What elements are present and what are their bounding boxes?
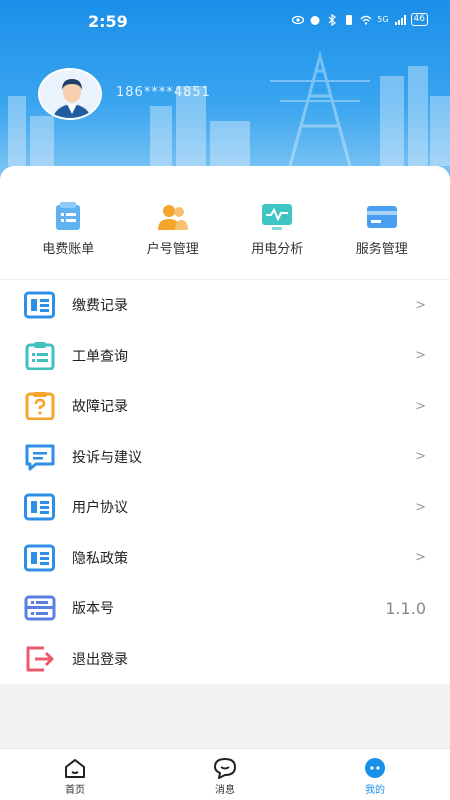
chevron-right-icon: > [415, 499, 426, 515]
status-bar: 2:59 5G 46 [0, 0, 450, 44]
quick-action-label: 用电分析 [251, 242, 304, 257]
quick-action-bill[interactable]: 电费账单 [23, 202, 113, 279]
menu-item-label: 退出登录 [72, 651, 128, 668]
bill-icon [56, 202, 81, 230]
chevron-right-icon: > [415, 550, 426, 566]
menu-item-complaints[interactable]: 投诉与建议 > [0, 432, 450, 483]
message-icon [25, 444, 55, 471]
user-phone: 186****4851 [116, 85, 211, 100]
menu-item-label: 版本号 [72, 601, 114, 618]
main-card: 电费账单 户号管理 用电分析 服务管理 缴费记录 > 工单查询 > 故障记录 >… [0, 166, 450, 684]
settings-menu: 缴费记录 > 工单查询 > 故障记录 > 投诉与建议 > 用户协议 > 隐私政策… [0, 280, 450, 684]
menu-item-payment-records[interactable]: 缴费记录 > [0, 280, 450, 331]
network-type: 5G [377, 15, 389, 24]
quick-action-label: 电费账单 [42, 242, 95, 257]
city-skyline-decoration [150, 50, 450, 166]
server-icon [24, 595, 56, 621]
quick-actions: 电费账单 户号管理 用电分析 服务管理 [0, 166, 450, 280]
menu-item-label: 故障记录 [72, 399, 128, 416]
menu-item-fault-records[interactable]: 故障记录 > [0, 381, 450, 432]
menu-item-label: 工单查询 [72, 348, 128, 365]
chevron-right-icon: > [415, 297, 426, 313]
logout-icon [26, 646, 54, 672]
signal-icon [394, 14, 406, 25]
battery-indicator: 46 [410, 13, 428, 26]
monitor-chart-icon [262, 204, 293, 230]
users-icon [157, 205, 188, 230]
document-list-icon [24, 291, 55, 319]
quick-action-account[interactable]: 户号管理 [128, 202, 218, 279]
wifi-icon [360, 15, 372, 25]
user-avatar-icon [40, 70, 100, 118]
menu-item-logout[interactable]: 退出登录 [0, 634, 450, 685]
clipboard-icon [25, 341, 55, 370]
menu-item-version: 版本号 1.1.0 [0, 583, 450, 634]
quick-action-analysis[interactable]: 用电分析 [232, 202, 322, 279]
menu-item-label: 隐私政策 [72, 550, 128, 567]
menu-item-privacy-policy[interactable]: 隐私政策 > [0, 533, 450, 584]
home-icon [65, 759, 85, 778]
chat-icon [214, 758, 236, 779]
tab-label: 首页 [65, 785, 85, 796]
version-value: 1.1.0 [385, 598, 426, 618]
alarm-icon [310, 15, 320, 25]
card-icon [366, 206, 397, 228]
quick-action-label: 户号管理 [146, 242, 199, 257]
tab-label: 消息 [215, 785, 235, 796]
menu-item-label: 缴费记录 [72, 298, 128, 315]
menu-item-work-orders[interactable]: 工单查询 > [0, 331, 450, 382]
status-time: 2:59 [88, 12, 128, 31]
bottom-tab-bar: 首页 消息 我的 [0, 748, 450, 800]
tab-label: 我的 [365, 785, 385, 796]
tab-messages[interactable]: 消息 [150, 749, 300, 800]
avatar[interactable] [38, 68, 102, 120]
document-list-icon [24, 544, 55, 572]
chevron-right-icon: > [415, 398, 426, 414]
eye-icon [292, 15, 305, 24]
bluetooth-icon [328, 13, 337, 26]
profile-icon [365, 758, 385, 778]
question-doc-icon [25, 392, 55, 421]
chevron-right-icon: > [415, 348, 426, 364]
document-list-icon [24, 493, 55, 521]
quick-action-service[interactable]: 服务管理 [337, 202, 427, 279]
tab-home[interactable]: 首页 [0, 749, 150, 800]
menu-item-label: 投诉与建议 [72, 449, 142, 466]
menu-item-user-agreement[interactable]: 用户协议 > [0, 482, 450, 533]
vibrate-icon [346, 14, 353, 25]
chevron-right-icon: > [415, 449, 426, 465]
status-icons: 5G 46 [292, 13, 428, 26]
quick-action-label: 服务管理 [355, 242, 408, 257]
menu-item-label: 用户协议 [72, 500, 128, 517]
tab-mine[interactable]: 我的 [300, 749, 450, 800]
profile-header: 2:59 5G 46 186****4851 [0, 0, 450, 190]
